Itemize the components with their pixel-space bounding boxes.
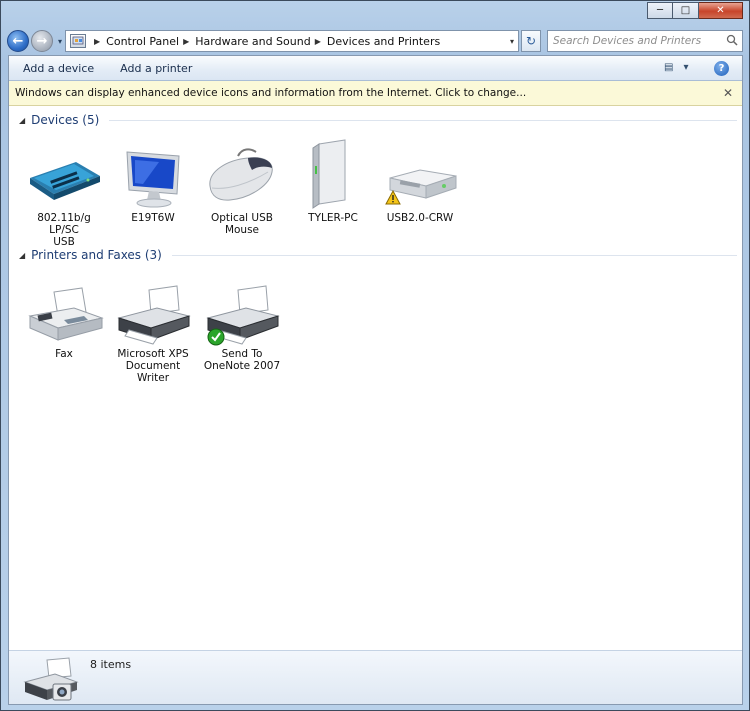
device-label-line2: Mouse <box>224 224 260 236</box>
item-count: 8 items <box>90 658 132 671</box>
device-item[interactable]: 802.11b/g LP/SC USB <box>21 138 107 248</box>
search-input[interactable]: Search Devices and Printers <box>553 35 726 47</box>
breadcrumb-separator[interactable]: ▶ <box>183 37 189 46</box>
printer-label: Send To <box>221 348 263 360</box>
printer-item[interactable]: Microsoft XPS Document Writer <box>110 282 196 384</box>
group-divider <box>109 119 737 121</box>
caption-buttons: ─ □ ✕ <box>647 2 743 19</box>
printer-label: Fax <box>55 348 73 360</box>
navigation-bar: ← → ▾ ▶ Control Panel ▶ Hardware and Sou… <box>7 27 743 55</box>
breadcrumb-separator[interactable]: ▶ <box>315 37 321 46</box>
mouse-icon <box>209 148 273 201</box>
forward-button[interactable]: → <box>31 30 53 52</box>
add-device-button[interactable]: Add a device <box>9 62 107 75</box>
close-icon[interactable]: ✕ <box>723 86 733 100</box>
computer-tower-icon <box>312 139 346 209</box>
fax-icon <box>28 287 104 341</box>
device-item[interactable]: Optical USB Mouse <box>199 138 285 236</box>
information-bar-message[interactable]: Windows can display enhanced device icon… <box>15 87 526 99</box>
group-title[interactable]: Printers and Faxes (3) <box>31 248 162 262</box>
information-bar[interactable]: Windows can display enhanced device icon… <box>9 81 742 106</box>
device-item[interactable]: E19T6W <box>110 138 196 224</box>
printer-item[interactable]: Send To OneNote 2007 <box>199 282 285 372</box>
printer-icon <box>206 285 280 346</box>
help-button[interactable]: ? <box>714 61 729 76</box>
search-icon[interactable] <box>726 34 742 49</box>
devices-printers-icon <box>23 656 79 707</box>
collapse-arrow-icon[interactable]: ◢ <box>19 116 25 125</box>
add-printer-button[interactable]: Add a printer <box>107 62 205 75</box>
device-label: USB2.0-CRW <box>386 212 454 224</box>
address-bar[interactable]: ▶ Control Panel ▶ Hardware and Sound ▶ D… <box>65 30 519 52</box>
wireless-adapter-icon <box>30 162 100 200</box>
control-panel-icon <box>70 34 86 48</box>
devices-and-printers-window: ─ □ ✕ ← → ▾ ▶ Control Panel ▶ Hardware a… <box>0 0 750 711</box>
printer-item[interactable]: Fax <box>21 282 107 360</box>
minimize-button[interactable]: ─ <box>647 2 673 19</box>
address-dropdown-icon[interactable]: ▾ <box>510 37 514 46</box>
command-bar: Add a device Add a printer ▤ ▾ ? <box>9 56 742 81</box>
breadcrumb-control-panel[interactable]: Control Panel <box>106 35 179 48</box>
device-label-line2: USB <box>53 236 75 248</box>
device-label: TYLER-PC <box>308 212 358 224</box>
device-item[interactable]: TYLER-PC <box>290 138 376 224</box>
view-icon[interactable]: ▤ <box>664 62 673 73</box>
collapse-arrow-icon[interactable]: ◢ <box>19 251 25 260</box>
group-divider <box>171 254 737 256</box>
printer-icon <box>117 285 191 345</box>
content-pane: Add a device Add a printer ▤ ▾ ? Windows… <box>8 55 743 705</box>
maximize-button[interactable]: □ <box>673 2 699 19</box>
search-box[interactable]: Search Devices and Printers <box>547 30 743 52</box>
refresh-button[interactable]: ↻ <box>521 30 541 52</box>
device-label: 802.11b/g LP/SC <box>37 212 91 236</box>
device-label: E19T6W <box>131 212 175 224</box>
printer-label: Microsoft XPS <box>117 348 189 360</box>
monitor-icon <box>126 151 180 208</box>
printers-group-header[interactable]: ◢ Printers and Faxes (3) <box>19 248 737 262</box>
device-label: Optical USB <box>211 212 273 224</box>
back-button[interactable]: ← <box>7 30 29 52</box>
card-reader-icon <box>385 169 457 205</box>
printer-label-line2: OneNote 2007 <box>203 360 281 372</box>
chevron-down-icon[interactable]: ▾ <box>683 62 688 73</box>
printer-label-line2: Document Writer <box>125 360 181 384</box>
group-title[interactable]: Devices (5) <box>31 113 99 127</box>
close-button[interactable]: ✕ <box>699 2 743 19</box>
change-view-button[interactable]: ▤ ▾ <box>664 62 688 73</box>
device-item[interactable]: USB2.0-CRW <box>377 138 463 224</box>
breadcrumb-hardware-and-sound[interactable]: Hardware and Sound <box>195 35 310 48</box>
breadcrumb-separator[interactable]: ▶ <box>94 37 100 46</box>
breadcrumb-devices-and-printers[interactable]: Devices and Printers <box>327 35 440 48</box>
details-pane: 8 items <box>9 650 742 704</box>
devices-group-header[interactable]: ◢ Devices (5) <box>19 113 737 127</box>
